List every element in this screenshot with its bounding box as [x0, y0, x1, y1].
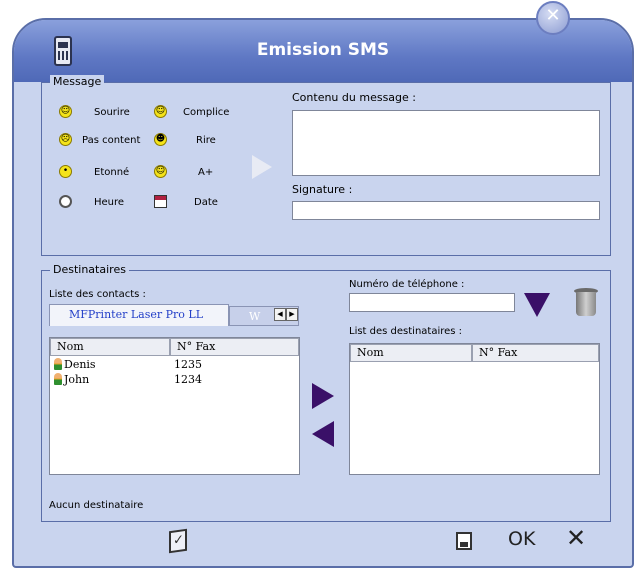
- emoticon-label: Rire: [196, 135, 216, 146]
- emoticon-label: Sourire: [94, 107, 130, 118]
- sad-face-icon: ☹: [59, 133, 72, 146]
- insert-arrow-icon[interactable]: [252, 155, 272, 179]
- contact-person-icon: [54, 373, 62, 385]
- contacts-label: Liste des contacts :: [49, 289, 146, 300]
- smile-icon: ☺: [59, 105, 72, 118]
- column-header-fax[interactable]: N° Fax: [472, 344, 599, 362]
- tab-scroll-right-icon[interactable]: ▶: [286, 308, 298, 321]
- contact-fax: 1234: [174, 373, 202, 386]
- close-button[interactable]: ✕: [536, 1, 570, 35]
- column-header-name[interactable]: Nom: [50, 338, 170, 356]
- signature-input[interactable]: [292, 201, 600, 220]
- contact-name: John: [64, 373, 90, 386]
- contact-name: Denis: [64, 358, 96, 371]
- emoticon-label: Complice: [183, 107, 230, 118]
- message-group: Message ☺ Sourire ☺ Complice ☹ Pas conte…: [41, 75, 611, 256]
- content-label: Contenu du message :: [292, 91, 416, 104]
- emoticon-label: Date: [194, 197, 218, 208]
- phone-number-input[interactable]: [349, 293, 515, 312]
- column-header-fax[interactable]: N° Fax: [170, 338, 299, 356]
- column-header-name[interactable]: Nom: [350, 344, 472, 362]
- calendar-icon: [154, 195, 167, 208]
- emoticon-label: Etonné: [94, 167, 130, 178]
- emoticon-label: Pas content: [82, 135, 141, 146]
- contact-row[interactable]: Denis: [54, 358, 96, 371]
- tab-scroll-left-icon[interactable]: ◀: [274, 308, 286, 321]
- signature-label: Signature :: [292, 183, 353, 196]
- emoticon-label: A+: [198, 167, 214, 178]
- ok-button[interactable]: OK: [508, 528, 535, 550]
- contacts-list: Nom N° Fax Denis 1235 John 1234: [49, 337, 300, 475]
- window-title: Emission SMS: [256, 40, 390, 60]
- add-number-arrow-icon[interactable]: [524, 293, 550, 317]
- close-icon: ✕: [545, 5, 561, 26]
- recipients-status: Aucun destinataire: [49, 500, 144, 511]
- message-content-textarea[interactable]: [292, 110, 600, 176]
- wink-icon: ☺: [154, 105, 167, 118]
- happy-face-icon: ☺: [154, 165, 167, 178]
- save-icon[interactable]: [456, 532, 472, 550]
- contact-person-icon: [54, 358, 62, 370]
- recipients-group: Destinataires Liste des contacts : MFPri…: [41, 263, 611, 522]
- message-legend: Message: [50, 75, 105, 88]
- contact-fax: 1235: [174, 358, 202, 371]
- add-recipient-arrow-icon[interactable]: [312, 383, 334, 409]
- recipients-list: Nom N° Fax: [349, 343, 600, 475]
- contact-row[interactable]: John: [54, 373, 89, 386]
- phone-label: Numéro de téléphone :: [349, 279, 465, 290]
- emoticon-label: Heure: [94, 197, 125, 208]
- tab-mfprinter[interactable]: MFPrinter Laser Pro LL: [49, 304, 229, 326]
- surprised-face-icon: •: [59, 165, 72, 178]
- cancel-button[interactable]: ✕: [566, 524, 586, 552]
- wizard-icon[interactable]: [169, 528, 187, 554]
- clock-icon: [59, 195, 72, 208]
- dest-list-label: List des destinataires :: [349, 326, 463, 337]
- laugh-icon: ☻: [154, 133, 167, 146]
- sms-dialog: Emission SMS Message ☺ Sourire ☺ Complic…: [12, 18, 634, 568]
- trash-icon[interactable]: [574, 288, 598, 316]
- recipients-legend: Destinataires: [50, 263, 129, 276]
- remove-recipient-arrow-icon[interactable]: [312, 421, 334, 447]
